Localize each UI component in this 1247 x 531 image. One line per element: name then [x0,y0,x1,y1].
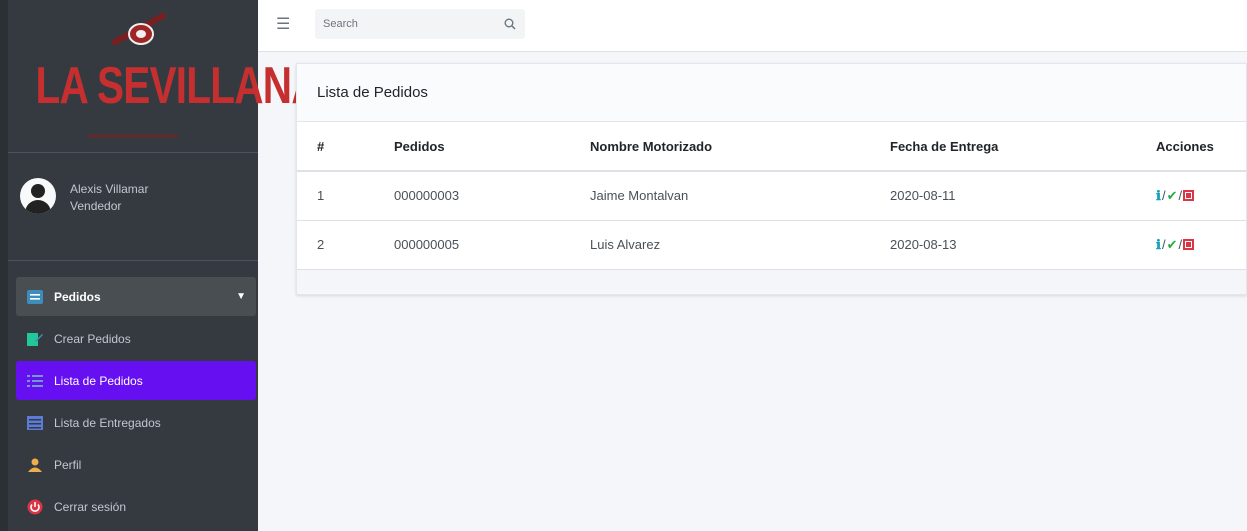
edit-icon [26,331,44,347]
table-header-row: # Pedidos Nombre Motorizado Fecha de Ent… [297,122,1246,172]
cell-pedido: 000000005 [394,220,590,270]
info-icon[interactable]: ℹ [1156,237,1161,253]
cell-fecha: 2020-08-13 [890,220,1156,270]
user-name: Alexis Villamar [70,182,149,196]
user-icon [26,457,44,473]
sidebar-item-label: Perfil [54,457,82,472]
action-separator: / [1161,188,1166,204]
action-separator: / [1161,237,1166,252]
orders-card: Lista de Pedidos # Pedidos Nombre Motori… [296,63,1247,295]
cell-acciones: ℹ / ✔ / [1156,220,1246,270]
action-separator: / [1178,237,1183,252]
sidebar-item-label: Lista de Pedidos [54,373,143,388]
sidebar-item-lista-de-entregados[interactable]: Lista de Entregados [16,403,256,442]
table-icon [26,415,44,431]
sidebar-item-label: Crear Pedidos [54,331,131,346]
cell-number: 2 [297,220,394,270]
sidebar-item-perfil[interactable]: Perfil [16,445,256,484]
brand-tagline [8,125,258,138]
brand-logo[interactable]: LA SEVILLANA [8,0,321,153]
column-header-number: # [297,122,394,172]
top-navbar: ☰ [258,0,1247,52]
user-panel[interactable]: Alexis Villamar Vendedor [8,153,258,261]
chevron-down-icon: ▼ [236,291,246,302]
user-info[interactable]: Alexis Villamar Vendedor [70,181,148,215]
orders-table: # Pedidos Nombre Motorizado Fecha de Ent… [297,122,1246,270]
info-icon[interactable]: ℹ [1156,188,1161,204]
brand-title: LA SEVILLANA [35,57,321,115]
cell-pedido: 000000003 [394,171,590,221]
card-footer [297,269,1246,294]
cell-motorizado: Jaime Montalvan [590,171,890,221]
power-icon [26,499,44,515]
sidebar-item-cerrar-sesion[interactable]: Cerrar sesión [16,487,256,526]
sidebar-nav: Pedidos ▼ Crear Pedidos Lista de Pedidos… [16,277,256,529]
check-icon[interactable]: ✔ [1167,237,1178,253]
cell-number: 1 [297,171,394,221]
search-box [315,9,525,39]
table-row: 2 000000005 Luis Alvarez 2020-08-13 ℹ / … [297,220,1246,270]
cell-acciones: ℹ / ✔ / [1156,171,1246,221]
sidebar: LA SEVILLANA Alexis Villamar Vendedor Pe… [0,0,321,531]
column-header-motorizado: Nombre Motorizado [590,122,890,172]
sidebar-item-crear-pedidos[interactable]: Crear Pedidos [16,319,256,358]
cell-motorizado: Luis Alvarez [590,220,890,270]
menu-toggle-icon[interactable]: ☰ [276,14,290,34]
sidebar-item-label: Lista de Entregados [54,415,161,430]
search-button[interactable] [495,9,525,39]
cell-fecha: 2020-08-11 [890,171,1156,221]
list-icon [26,289,44,305]
avatar [20,178,56,214]
sidebar-item-pedidos[interactable]: Pedidos ▼ [16,277,256,316]
search-icon [504,18,516,30]
table-row: 1 000000003 Jaime Montalvan 2020-08-11 ℹ… [297,171,1246,221]
action-separator: / [1178,188,1183,204]
search-input[interactable] [315,9,495,39]
column-header-pedidos: Pedidos [394,122,590,172]
list-ul-icon [26,373,44,389]
sidebar-item-label: Cerrar sesión [54,499,127,514]
column-header-acciones: Acciones [1156,122,1246,172]
card-title: Lista de Pedidos [297,64,1246,122]
delete-icon[interactable] [1183,190,1195,202]
user-role: Vendedor [70,199,122,213]
check-icon[interactable]: ✔ [1167,188,1178,204]
delete-icon[interactable] [1183,239,1195,250]
logo-emblem-icon [112,13,166,45]
sidebar-item-lista-de-pedidos[interactable]: Lista de Pedidos [16,361,256,400]
column-header-fecha: Fecha de Entrega [890,122,1156,172]
sidebar-item-label: Pedidos [54,289,101,304]
